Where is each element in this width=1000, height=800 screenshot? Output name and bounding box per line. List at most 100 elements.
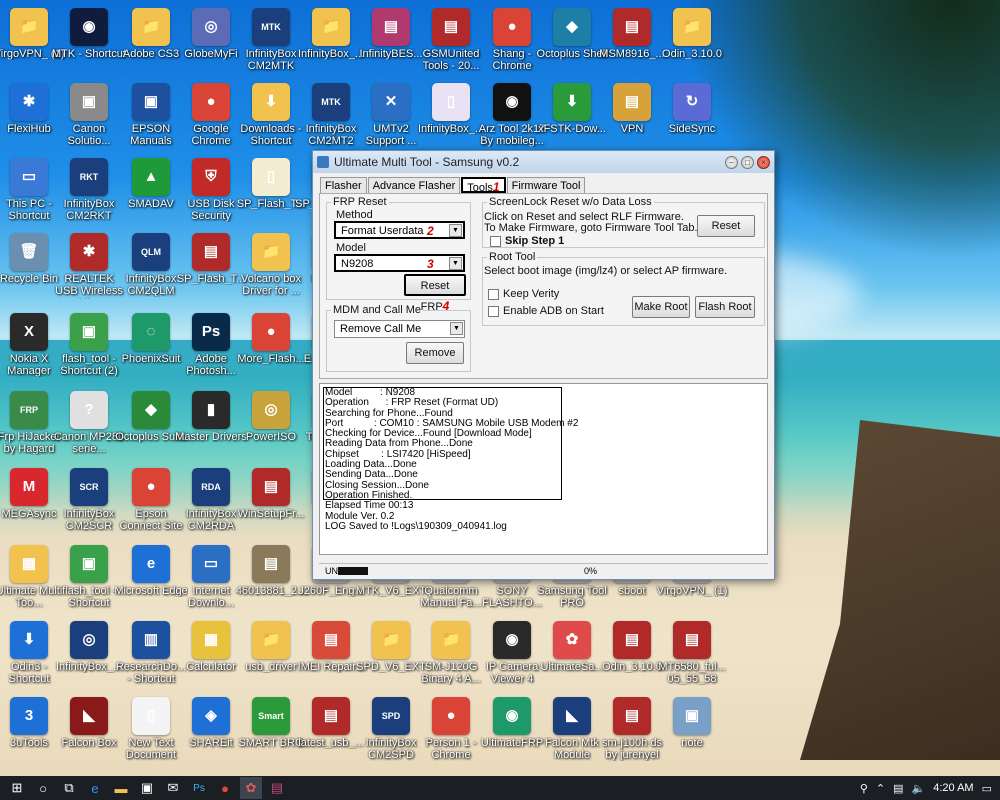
flash-root-button[interactable]: Flash Root bbox=[695, 296, 755, 318]
app-icon: SPD bbox=[372, 697, 410, 735]
mdm-select[interactable]: Remove Call Me ▼ bbox=[334, 320, 465, 338]
desktop-icon[interactable]: 📁 Odin_3.10.0 bbox=[655, 5, 729, 81]
winrar-icon[interactable]: ▤ bbox=[266, 777, 288, 799]
close-button[interactable]: × bbox=[757, 155, 770, 169]
window-titlebar[interactable]: Ultimate Multi Tool - Samsung v0.2 – □ × bbox=[313, 151, 774, 173]
keep-verity-label: Keep Verity bbox=[503, 288, 560, 300]
log-output[interactable]: Model : N9208 Operation : FRP Reset (Form… bbox=[319, 383, 768, 555]
skip-step-checkbox[interactable] bbox=[490, 236, 501, 247]
model-input[interactable]: N9208 3 ▼ bbox=[334, 254, 465, 272]
app-icon: QLM bbox=[132, 233, 170, 271]
clock[interactable]: 4:20 AM bbox=[933, 782, 973, 794]
enable-adb-checkbox[interactable] bbox=[488, 306, 499, 317]
tab-advance-flasher[interactable]: Advance Flasher bbox=[367, 177, 461, 193]
notification-icon[interactable]: ▭ bbox=[982, 782, 992, 795]
remove-button[interactable]: Remove bbox=[406, 342, 464, 364]
app-icon: ▤ bbox=[613, 697, 651, 735]
app-icon: ▭ bbox=[192, 545, 230, 583]
photoshop-icon[interactable]: Ps bbox=[188, 777, 210, 799]
tools-panel: FRP Reset Method Format Userdata 2 ▼ Mod… bbox=[319, 193, 768, 379]
app-icon: Smart bbox=[252, 697, 290, 735]
chevron-up-icon[interactable]: ⌃ bbox=[876, 782, 885, 795]
app-icon: ▣ bbox=[70, 83, 108, 121]
tab-tools[interactable]: Tools1 bbox=[461, 177, 506, 194]
app-icon: ◆ bbox=[132, 391, 170, 429]
keep-verity-checkbox[interactable] bbox=[488, 289, 499, 300]
system-tray: ⚲ ⌃ ▤ 🔈 4:20 AM ▭ bbox=[860, 782, 1000, 795]
app-icon: ▣ bbox=[673, 697, 711, 735]
app-icon: MTK bbox=[252, 8, 290, 46]
app-icon: ⬇ bbox=[252, 83, 290, 121]
app-icon: SCR bbox=[70, 468, 108, 506]
status-left: UN bbox=[319, 566, 369, 576]
app-icon: ▤ bbox=[613, 8, 651, 46]
app-icon: ▯ bbox=[252, 158, 290, 196]
app-icon: RDA bbox=[192, 468, 230, 506]
chrome-icon[interactable]: ● bbox=[214, 777, 236, 799]
app-icon: ◣ bbox=[70, 697, 108, 735]
minimize-button[interactable]: – bbox=[725, 155, 738, 169]
mail-icon[interactable]: ✉ bbox=[162, 777, 184, 799]
desktop-icon[interactable]: ▣ note bbox=[655, 694, 729, 770]
file-explorer-icon[interactable]: ▬ bbox=[110, 777, 132, 799]
task-view-icon[interactable]: ⧉ bbox=[58, 777, 80, 799]
screenlock-reset-button[interactable]: Reset bbox=[697, 215, 755, 237]
redacted-block bbox=[338, 567, 368, 576]
chevron-down-icon[interactable]: ▼ bbox=[449, 257, 462, 270]
app-icon: FRP bbox=[10, 391, 48, 429]
desktop-icon[interactable]: ▤ MT6580_ful... 05_55_58 bbox=[655, 618, 729, 694]
app-icon: RKT bbox=[70, 158, 108, 196]
app-icon: 3 bbox=[10, 697, 48, 735]
app-icon: ▣ bbox=[132, 83, 170, 121]
app-icon: ◎ bbox=[252, 391, 290, 429]
app-icon: ● bbox=[252, 313, 290, 351]
status-bar: UN 0% bbox=[319, 563, 768, 577]
app-icon: ◎ bbox=[70, 621, 108, 659]
umt-window: Ultimate Multi Tool - Samsung v0.2 – □ ×… bbox=[312, 150, 775, 580]
app-icon: Ps bbox=[192, 313, 230, 351]
network-icon[interactable]: ▤ bbox=[893, 782, 903, 795]
store-icon[interactable]: ▣ bbox=[136, 777, 158, 799]
app-icon: ▤ bbox=[372, 8, 410, 46]
root-tool-desc: Select boot image (img/lz4) or select AP… bbox=[484, 265, 728, 277]
desktop-icon-label: SideSync bbox=[668, 123, 716, 135]
desktop-icon-label: note bbox=[681, 737, 703, 749]
tab-firmware-tool[interactable]: Firmware Tool bbox=[506, 177, 586, 193]
app-icon: ● bbox=[493, 8, 531, 46]
start-button[interactable]: ⊞ bbox=[6, 777, 28, 799]
app-icon: ▯ bbox=[132, 697, 170, 735]
app-icon: ▤ bbox=[673, 621, 711, 659]
step-badge-3: 3 bbox=[427, 257, 434, 271]
app-icon: ◆ bbox=[553, 8, 591, 46]
app-icon: ▯ bbox=[432, 83, 470, 121]
app-icon: 📁 bbox=[252, 233, 290, 271]
mdm-select-value: Remove Call Me bbox=[340, 323, 422, 335]
app-icon: ✱ bbox=[70, 233, 108, 271]
people-icon[interactable]: ⚲ bbox=[860, 782, 868, 795]
make-root-button[interactable]: Make Root bbox=[632, 296, 690, 318]
app-icon: ▭ bbox=[10, 158, 48, 196]
desktop-icon-label: Odin_3.10.0 bbox=[662, 48, 722, 60]
app-icon: ◌ bbox=[132, 313, 170, 351]
umt-taskbar-icon[interactable]: ✿ bbox=[240, 777, 262, 799]
reset-frp-button[interactable]: Reset FRP4 bbox=[404, 274, 466, 313]
app-icon: 📁 bbox=[372, 621, 410, 659]
app-icon: ▤ bbox=[312, 621, 350, 659]
app-icon: 📁 bbox=[673, 8, 711, 46]
app-icon: X bbox=[10, 313, 48, 351]
chevron-down-icon[interactable]: ▼ bbox=[450, 322, 463, 335]
edge-icon[interactable]: e bbox=[84, 777, 106, 799]
app-icon bbox=[317, 156, 329, 168]
root-tool-legend: Root Tool bbox=[489, 251, 536, 263]
status-progress: 0% bbox=[584, 565, 598, 576]
maximize-button[interactable]: □ bbox=[741, 155, 754, 169]
app-icon: ▤ bbox=[613, 621, 651, 659]
app-icon: ◉ bbox=[70, 8, 108, 46]
app-icon: M bbox=[10, 468, 48, 506]
method-select[interactable]: Format Userdata 2 ▼ bbox=[334, 221, 465, 239]
chevron-down-icon[interactable]: ▼ bbox=[449, 224, 462, 237]
tab-flasher[interactable]: Flasher bbox=[320, 177, 367, 193]
cortana-icon[interactable]: ○ bbox=[32, 777, 54, 799]
desktop-icon[interactable]: ↻ SideSync bbox=[655, 80, 729, 156]
volume-icon[interactable]: 🔈 bbox=[912, 782, 926, 795]
